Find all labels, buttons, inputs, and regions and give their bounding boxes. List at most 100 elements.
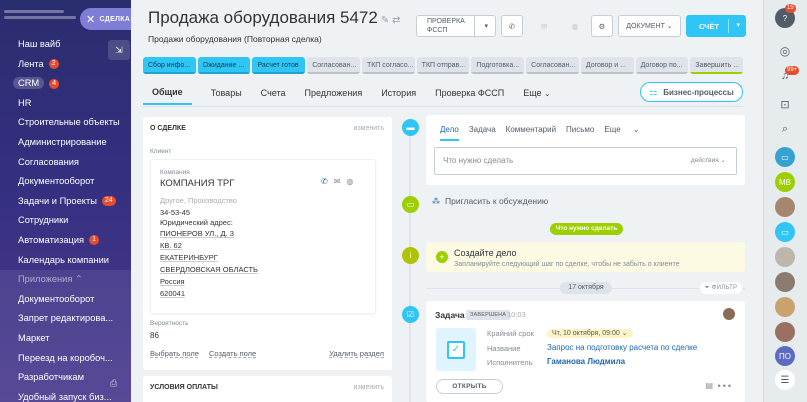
task-name-link[interactable]: Запрос на подготовку расчета по сделке — [547, 343, 697, 352]
stage-item[interactable]: Согласован... — [307, 57, 360, 74]
fssp-check-button[interactable]: ПРОВЕРКА ФССП ▾ — [416, 15, 496, 37]
avatar[interactable] — [775, 247, 795, 267]
stage-item[interactable]: Согласован... — [526, 57, 579, 74]
sidebar-subitem-quick-launch[interactable]: Удобный запуск биз... — [0, 388, 131, 402]
close-deal-button[interactable]: ✕ СДЕЛКА — [80, 8, 131, 30]
sidebar-item-crm[interactable]: CRM 4 — [0, 74, 131, 94]
invite-discussion[interactable]: ⁂ Пригласить к обсуждению — [432, 196, 548, 206]
executor-link[interactable]: Гаманова Людмила — [547, 357, 625, 366]
chevron-down-icon[interactable]: ▾ — [736, 21, 740, 29]
plus-icon: + — [436, 251, 448, 263]
sidebar-item-apps[interactable]: Приложения ⌃ — [0, 270, 131, 290]
choose-field-link[interactable]: Выбрать поле — [150, 349, 199, 358]
avatar[interactable] — [775, 322, 795, 342]
stage-item[interactable]: Подготовка... — [471, 57, 525, 74]
sidebar-subitem-market[interactable]: Маркет — [0, 329, 131, 349]
probability-label: Вероятность — [150, 320, 189, 327]
avatar[interactable] — [775, 272, 795, 292]
document-button[interactable]: ДОКУМЕНТ ⌄ — [618, 15, 681, 37]
sidebar-item-approvals[interactable]: Согласования — [0, 153, 131, 173]
checkbox-icon: ☑ — [402, 306, 419, 323]
counter-badge: 99+ — [785, 66, 800, 75]
timeman-icon[interactable]: ⊡ — [775, 94, 795, 114]
sidebar-item-docflow[interactable]: Документооборот — [0, 172, 131, 192]
edit-pencil-icon[interactable]: ✎ ⇄ — [381, 15, 401, 26]
comment-icon[interactable]: ▤ — [705, 381, 713, 390]
chevron-down-icon: ⌄ — [621, 330, 628, 337]
search-icon[interactable]: ⌕ — [775, 119, 795, 139]
sidebar-item-admin[interactable]: Администрирование — [0, 133, 131, 153]
edit-link[interactable]: изменить — [354, 384, 384, 391]
phone-icon[interactable]: ✆ — [321, 177, 334, 186]
chat-icon[interactable]: ▭ — [775, 147, 795, 167]
sidebar-item-vibe[interactable]: Наш вайб — [0, 35, 131, 55]
mail-icon[interactable]: ✉ — [334, 177, 347, 186]
chat-icon[interactable]: ▭ — [775, 222, 795, 242]
create-activity-card[interactable]: + Создайте дело Запланируйте следующий ш… — [426, 242, 745, 272]
tab-email[interactable]: Письмо — [566, 125, 594, 141]
tab-task[interactable]: Задача — [469, 125, 496, 141]
avatar[interactable] — [723, 308, 735, 320]
tab-more[interactable]: Еще ⌄ — [523, 88, 550, 104]
sidebar-subitem-docflow[interactable]: Документооборот — [0, 290, 131, 310]
section-title: УСЛОВИЯ ОПЛАТЫ — [150, 384, 218, 391]
skype-icon[interactable]: ◍ — [346, 177, 359, 186]
printer-icon[interactable]: ⎙ — [110, 378, 117, 389]
spiral-icon[interactable]: ◎ — [775, 41, 795, 61]
avatar[interactable] — [775, 197, 795, 217]
avatar[interactable]: МВ — [775, 172, 795, 192]
invoice-button[interactable]: СЧЁТ ▾ — [686, 15, 746, 37]
sidebar-subitem-edit-ban[interactable]: Запрет редактирова... — [0, 309, 131, 329]
task-thumbnail: ✓ — [436, 328, 476, 371]
stage-item[interactable]: ТКП отправ... — [416, 57, 470, 74]
stage-item[interactable]: Расчет готов — [252, 57, 306, 74]
counter-badge: 1 — [89, 235, 99, 246]
company-name[interactable]: КОМПАНИЯ ТРГ — [160, 178, 234, 189]
sidebar-item-automation[interactable]: Автоматизация 1 — [0, 231, 131, 251]
phone-icon[interactable]: ✆ — [501, 15, 523, 37]
stage-item[interactable]: Завершить ... — [690, 57, 744, 74]
edit-link[interactable]: изменить — [354, 125, 384, 132]
stage-item[interactable]: Договор и ... — [580, 57, 634, 74]
sidebar-item-construction[interactable]: Строительные объекты — [0, 113, 131, 133]
sidebar-item-tasks[interactable]: Задачи и Проекты 24 — [0, 192, 131, 212]
stage-item[interactable]: ТКП согласо... — [361, 57, 415, 74]
actions-dropdown[interactable]: действия ⌄ — [691, 148, 726, 174]
sidebar-subitem-migrate[interactable]: Переезд на коробоч... — [0, 349, 131, 369]
stage-item[interactable]: Ожидание ... — [197, 57, 251, 74]
menu-icon[interactable]: ☰ — [775, 370, 795, 390]
chevron-down-icon[interactable]: ▾ — [484, 22, 488, 31]
avatar[interactable] — [775, 297, 795, 317]
filter-button[interactable]: ⏷ ФИЛЬТР — [700, 282, 742, 294]
tab-history[interactable]: История — [381, 88, 416, 104]
comment-icon: ▭ — [402, 196, 419, 213]
sidebar-item-calendar[interactable]: Календарь компании — [0, 251, 131, 271]
deadline-pill[interactable]: Чт, 10 октября, 09:00 ⌄ — [547, 329, 633, 338]
more-icon[interactable]: ••• — [718, 381, 733, 391]
company-phone[interactable]: 34-53-45 — [160, 208, 190, 217]
stage-item[interactable]: Договор по... — [635, 57, 689, 74]
tab-invoices[interactable]: Счета — [261, 88, 286, 104]
stage-item[interactable]: Сбор инфо... — [143, 57, 196, 74]
tab-products[interactable]: Товары — [211, 88, 242, 104]
tab-activity[interactable]: Дело — [440, 125, 459, 141]
delete-section-link[interactable]: Удалить раздел — [329, 349, 384, 358]
tab-more[interactable]: Еще ⌄ — [604, 125, 649, 141]
activity-input[interactable]: Что нужно сделать действия ⌄ — [434, 147, 737, 175]
business-processes-button[interactable]: ⚏ Бизнес-процессы — [640, 82, 743, 102]
tab-general[interactable]: Общие — [143, 87, 192, 105]
open-task-button[interactable]: ОТКРЫТЬ — [436, 379, 503, 394]
tab-quotes[interactable]: Предложения — [305, 88, 363, 104]
tab-fssp[interactable]: Проверка ФССП — [435, 88, 504, 104]
chevron-down-icon: ⌄ — [720, 157, 726, 164]
portal-logo[interactable] — [4, 10, 76, 24]
sidebar-item-employees[interactable]: Сотрудники — [0, 211, 131, 231]
mail-icon[interactable]: ✉ — [533, 15, 555, 37]
sidebar-item-feed[interactable]: Лента 2 — [0, 55, 131, 75]
create-field-link[interactable]: Создать поле — [209, 349, 256, 358]
avatar[interactable]: ПО — [775, 346, 795, 366]
skype-icon[interactable]: ◍ — [564, 15, 586, 37]
gear-icon[interactable]: ⚙ — [591, 15, 613, 37]
sidebar-item-hr[interactable]: HR — [0, 94, 131, 114]
tab-comment[interactable]: Комментарий — [506, 125, 556, 141]
